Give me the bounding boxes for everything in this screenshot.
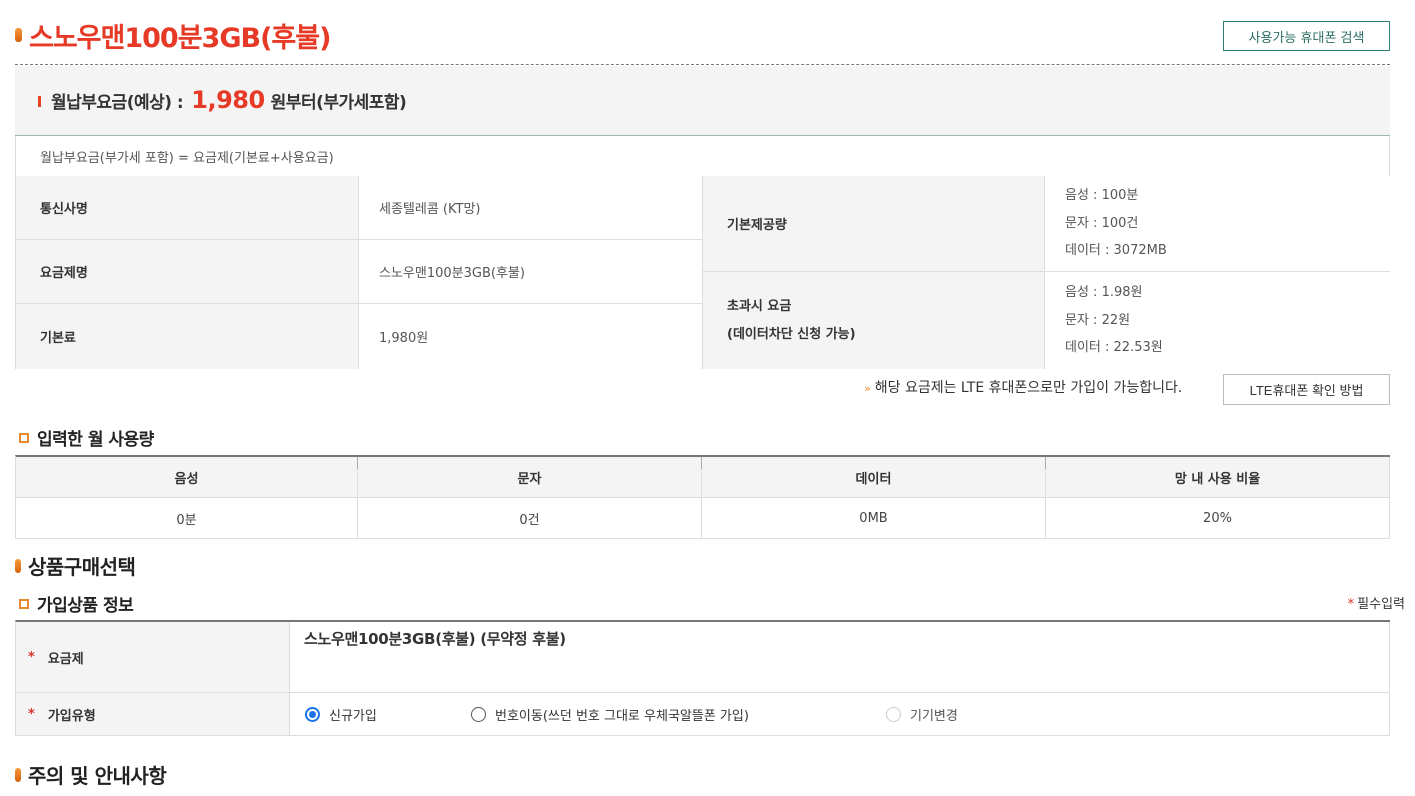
usage-header-sms: 문자 (358, 457, 702, 498)
fee-bullet-icon (38, 96, 41, 107)
monthly-fee-line: 월납부요금(예상) : 1,980 원부터(부가세포함) (51, 86, 407, 114)
notice-heading: 주의 및 안내사항 (15, 760, 167, 789)
usage-heading-text: 입력한 월 사용량 (37, 430, 154, 450)
product-info-heading: 가입상품 정보 (19, 591, 134, 616)
carrier-value: 세종텔레콤 (KT망) (359, 176, 703, 240)
page-title: 스노우맨100분3GB(후불) (29, 23, 331, 54)
fee-formula-note: 월납부요금(부가세 포함) = 요금제(기본료+사용요금) (15, 136, 1390, 177)
selected-plan-text: 스노우맨100분3GB(후불) (무약정 후불) (304, 630, 566, 648)
plan-info-table: 통신사명 세종텔레콤 (KT망) 요금제명 스노우맨100분3GB(후불) 기본… (15, 176, 1390, 369)
join-type-options: 신규가입 번호이동(쓰던 번호 그대로 우체국알뜰폰 가입) 기기변경 (290, 693, 1390, 736)
usage-header-voice: 음성 (16, 457, 358, 498)
plan-row-label-text: 요금제 (47, 651, 84, 667)
usage-table: 음성 문자 데이터 망 내 사용 비율 0분 0건 0MB 20% (15, 455, 1390, 539)
required-asterisk-icon: * (28, 649, 35, 665)
lte-only-note: » 해당 요금제는 LTE 휴대폰으로만 가입이 가능합니다. (864, 377, 1182, 397)
radio-new-signup[interactable]: 신규가입 (305, 693, 377, 735)
search-compatible-phone-button[interactable]: 사용가능 휴대폰 검색 (1223, 21, 1390, 51)
square-bullet-icon (19, 432, 29, 443)
monthly-fee-label: 월납부요금(예상) : (51, 93, 184, 113)
carrier-label: 통신사명 (16, 176, 359, 240)
double-chevron-right-icon: » (864, 382, 871, 395)
required-asterisk-icon: * (28, 706, 35, 722)
overage-sms: 문자 : 22원 (1065, 312, 1131, 328)
title-row: 스노우맨100분3GB(후불) 사용가능 휴대폰 검색 (15, 14, 1390, 56)
provided-data: 데이터 : 3072MB (1065, 243, 1167, 259)
header-separator (1045, 457, 1046, 469)
dashed-divider (15, 64, 1390, 65)
header-separator (701, 457, 702, 469)
radio-device-change: 기기변경 (886, 693, 958, 735)
plan-row-value: 스노우맨100분3GB(후불) (무약정 후불) (290, 622, 1390, 693)
join-type-label: * 가입유형 (16, 693, 290, 736)
join-type-label-text: 가입유형 (47, 708, 96, 724)
radio-device-change-label: 기기변경 (910, 708, 958, 724)
usage-heading: 입력한 월 사용량 (19, 425, 154, 450)
lte-note-text: 해당 요금제는 LTE 휴대폰으로만 가입이 가능합니다. (874, 380, 1183, 396)
provided-sms: 문자 : 100건 (1065, 215, 1139, 231)
base-fee-label: 기본료 (16, 304, 359, 369)
square-bullet-icon (19, 598, 29, 609)
overage-label: 초과시 요금 (데이터차단 신청 가능) (703, 272, 1045, 369)
product-info-table: * 요금제 스노우맨100분3GB(후불) (무약정 후불) * 가입유형 신규… (15, 620, 1390, 736)
usage-header-data: 데이터 (702, 457, 1046, 498)
overage-voice: 음성 : 1.98원 (1065, 285, 1143, 301)
pill-bullet-icon (15, 767, 21, 782)
overage-values: 음성 : 1.98원 문자 : 22원 데이터 : 22.53원 (1045, 272, 1390, 369)
radio-number-port-label: 번호이동(쓰던 번호 그대로 우체국알뜰폰 가입) (495, 708, 749, 724)
purchase-heading-text: 상품구매선택 (28, 555, 136, 579)
monthly-fee-amount: 1,980 (191, 86, 265, 114)
required-note: * 필수입력 (1348, 593, 1405, 612)
base-fee-value: 1,980원 (359, 304, 703, 369)
overage-label-line1: 초과시 요금 (727, 298, 792, 314)
header-separator (357, 457, 358, 469)
radio-unselected-icon[interactable] (471, 706, 486, 722)
provided-values: 음성 : 100분 문자 : 100건 데이터 : 3072MB (1045, 176, 1390, 272)
overage-data: 데이터 : 22.53원 (1065, 340, 1163, 356)
usage-header-ratio: 망 내 사용 비율 (1046, 457, 1390, 498)
overage-label-line2: (데이터차단 신청 가능) (727, 326, 856, 342)
usage-value-data: 0MB (702, 498, 1046, 539)
purchase-heading: 상품구매선택 (15, 551, 136, 580)
radio-disabled-icon (886, 706, 901, 722)
radio-selected-icon[interactable] (305, 706, 320, 722)
required-asterisk-icon: * (1347, 597, 1355, 612)
usage-value-ratio: 20% (1046, 498, 1390, 539)
usage-value-voice: 0분 (16, 498, 358, 539)
plan-name-value: 스노우맨100분3GB(후불) (359, 240, 703, 304)
radio-number-port[interactable]: 번호이동(쓰던 번호 그대로 우체국알뜰폰 가입) (471, 693, 749, 735)
notice-heading-text: 주의 및 안내사항 (28, 764, 167, 788)
monthly-fee-suffix: 원부터(부가세포함) (270, 93, 407, 113)
provided-voice: 음성 : 100분 (1065, 188, 1139, 204)
required-note-text: 필수입력 (1357, 597, 1405, 612)
radio-new-signup-label: 신규가입 (329, 708, 377, 724)
lte-phone-check-button[interactable]: LTE휴대폰 확인 방법 (1223, 374, 1390, 405)
provided-label: 기본제공량 (703, 176, 1045, 272)
pill-bullet-icon (15, 558, 21, 573)
monthly-fee-box: 월납부요금(예상) : 1,980 원부터(부가세포함) (15, 66, 1390, 136)
plan-row-label: * 요금제 (16, 622, 290, 693)
title-bullet-icon (15, 28, 22, 42)
product-info-heading-text: 가입상품 정보 (37, 596, 134, 616)
plan-name-label: 요금제명 (16, 240, 359, 304)
usage-value-sms: 0건 (358, 498, 702, 539)
